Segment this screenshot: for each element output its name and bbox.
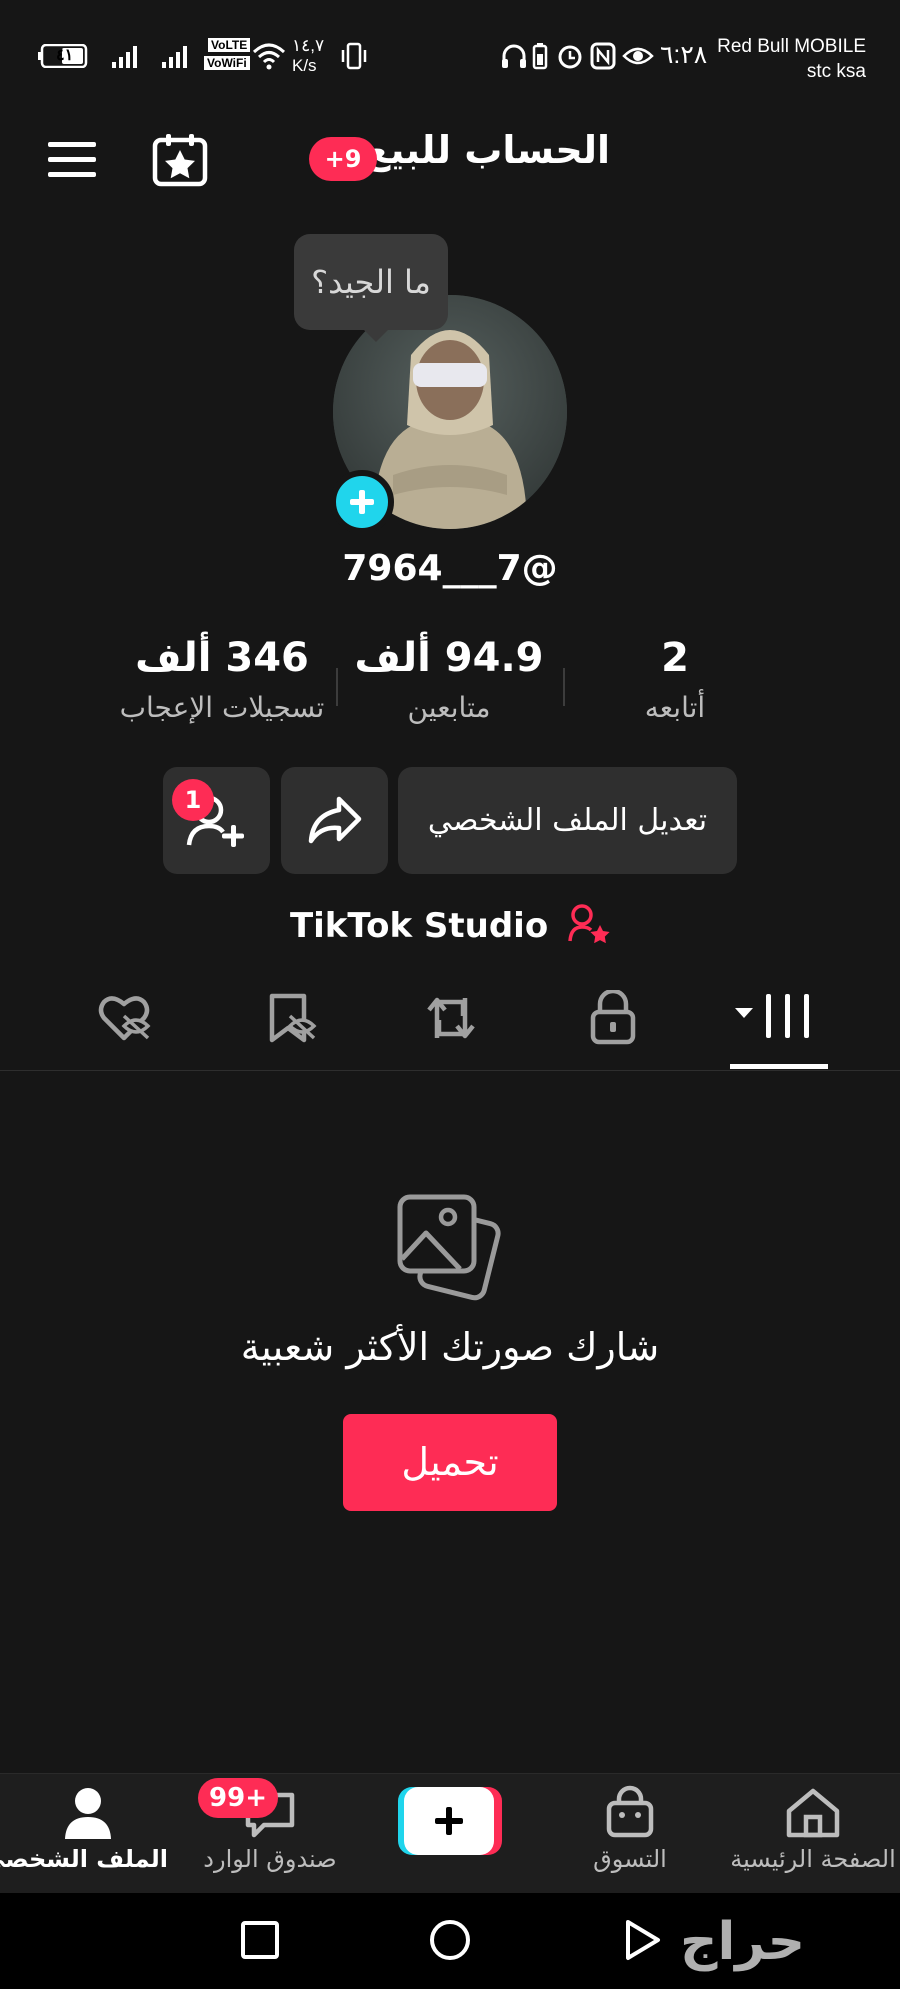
plus-icon: [435, 1807, 463, 1835]
nav-shop[interactable]: التسوق: [580, 1773, 680, 1893]
status-bar: ٤١ VoLTE VoWiFi ١٤,٧ K/s ٦:٢٨ Red Bull M…: [0, 0, 900, 110]
divider: [336, 668, 338, 706]
following-count: 2: [661, 635, 689, 681]
menu-icon[interactable]: [48, 140, 98, 180]
watermark: حراج: [680, 1912, 806, 1972]
vowifi-label: VoWiFi: [204, 56, 250, 70]
followers-count: 94.9 ألف: [354, 635, 544, 681]
signal-icon: [112, 46, 137, 68]
username: 7964___7@: [342, 548, 558, 589]
nav-home-label: الصفحة الرئيسية: [730, 1845, 896, 1873]
clock: ٦:٢٨: [660, 41, 708, 69]
tiktok-studio-label: TikTok Studio: [289, 906, 549, 946]
battery-saver-icon: [532, 43, 548, 70]
profile-icon: [65, 1788, 111, 1839]
nav-home[interactable]: الصفحة الرئيسية: [728, 1773, 898, 1893]
lock-icon: [590, 988, 636, 1045]
nav-inbox-label: صندوق الوارد: [203, 1845, 337, 1873]
following-stat[interactable]: 2 أتابعه: [560, 635, 790, 724]
share-icon: [308, 796, 362, 844]
grid-icon: [735, 994, 809, 1038]
tab-private[interactable]: [588, 988, 658, 1054]
calendar-star-icon[interactable]: [152, 132, 208, 188]
eye-comfort-icon: [622, 47, 654, 65]
battery-level: ٤١: [56, 47, 74, 64]
tab-favorites[interactable]: [264, 990, 334, 1054]
nav-profile[interactable]: الملف الشخصي: [0, 1773, 168, 1893]
tab-reposts[interactable]: [423, 990, 493, 1054]
alarm-icon: [558, 45, 582, 69]
followers-label: متابعين: [407, 691, 491, 724]
inbox-badge: 99+: [198, 1778, 278, 1818]
tab-liked[interactable]: [96, 990, 166, 1054]
add-friends-badge: 1: [172, 779, 214, 821]
title-badge: +9: [309, 137, 377, 181]
followers-stat[interactable]: 94.9 ألف متابعين: [334, 635, 564, 724]
likes-stat[interactable]: 346 ألف تسجيلات الإعجاب: [108, 635, 336, 724]
bookmark-hidden-icon: [269, 993, 317, 1043]
plus-icon: [350, 490, 374, 514]
vibrate-icon: [341, 42, 367, 70]
heart-hidden-icon: [98, 996, 151, 1041]
nfc-icon: [590, 42, 616, 70]
home-circle-icon[interactable]: [428, 1918, 472, 1962]
photo-stack-icon: [397, 1194, 501, 1301]
upload-button[interactable]: تحميل: [343, 1414, 557, 1511]
tiktok-studio-link[interactable]: TikTok Studio: [0, 903, 900, 946]
tabs-divider: [0, 1070, 900, 1071]
volte-label: VoLTE: [208, 38, 251, 52]
repost-icon: [427, 997, 475, 1039]
following-label: أتابعه: [644, 691, 706, 724]
add-avatar-button[interactable]: [330, 470, 394, 534]
likes-label: تسجيلات الإعجاب: [119, 691, 325, 724]
create-button[interactable]: [398, 1787, 502, 1855]
wifi-icon: [252, 43, 286, 70]
home-icon: [786, 1788, 840, 1838]
edit-profile-button[interactable]: تعديل الملف الشخصي: [398, 767, 737, 874]
carrier-info: Red Bull MOBILE stc ksa: [717, 36, 866, 82]
empty-state-text: شارك صورتك الأكثر شعبية: [240, 1325, 660, 1369]
back-icon[interactable]: [622, 1918, 662, 1962]
status-tooltip[interactable]: ما الجيد؟: [294, 234, 448, 330]
network-speed: ١٤,٧ K/s: [292, 36, 325, 75]
share-profile-button[interactable]: [281, 767, 388, 874]
nav-profile-label: الملف الشخصي: [0, 1845, 168, 1873]
creator-star-icon: [568, 904, 610, 944]
likes-count: 346 ألف: [135, 635, 309, 681]
recents-icon[interactable]: [240, 1920, 280, 1960]
nav-shop-label: التسوق: [593, 1845, 667, 1873]
tooltip-tail: [362, 328, 390, 342]
tab-videos[interactable]: [733, 990, 809, 1054]
active-tab-indicator: [730, 1064, 828, 1069]
shopping-bag-icon: [606, 1785, 654, 1838]
headphones-icon: [502, 44, 526, 68]
signal-2-icon: [162, 46, 187, 68]
account-title[interactable]: الحساب للبيع: [364, 128, 610, 172]
